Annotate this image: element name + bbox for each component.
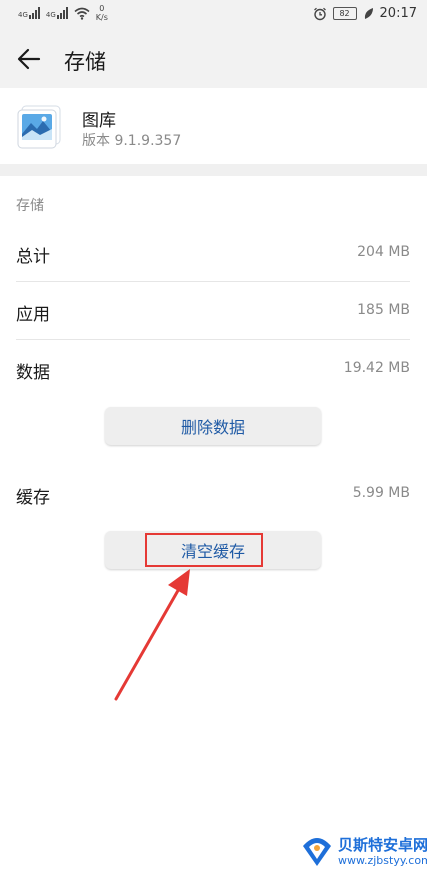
- signal-1: 4G: [18, 7, 40, 19]
- storage-row-total: 总计 204 MB: [16, 225, 410, 281]
- clear-cache-button[interactable]: 清空缓存: [105, 531, 321, 569]
- status-time: 20:17: [379, 6, 417, 21]
- back-arrow-icon[interactable]: [16, 46, 42, 72]
- row-value: 19.42 MB: [343, 360, 410, 376]
- app-name: 图库: [82, 111, 116, 131]
- battery-icon: 82: [332, 7, 357, 20]
- app-version: 版本 9.1.9.357: [82, 133, 182, 149]
- signal-bars-icon: [28, 7, 40, 19]
- storage-section-label: 存储: [16, 198, 44, 214]
- row-label: 应用: [16, 305, 50, 325]
- alarm-icon: [313, 7, 326, 20]
- storage-row-app: 应用 185 MB: [16, 283, 410, 339]
- storage-row-data: 数据 19.42 MB: [16, 341, 410, 397]
- row-label: 缓存: [16, 488, 50, 508]
- watermark-logo-icon: [303, 838, 331, 866]
- leaf-icon: [364, 8, 373, 19]
- network-type-1: 4G: [18, 11, 28, 19]
- row-value: 5.99 MB: [352, 485, 410, 501]
- delete-data-button[interactable]: 删除数据: [105, 407, 321, 445]
- status-right: 82 20:17: [313, 6, 417, 21]
- annotation-arrow-icon: [114, 569, 190, 701]
- battery-level: 82: [339, 9, 350, 18]
- divider: [16, 339, 410, 340]
- network-type-2: 4G: [45, 11, 56, 19]
- status-left: 4G 4G 0 K/s: [18, 4, 108, 22]
- storage-row-cache: 缓存 5.99 MB: [16, 466, 410, 522]
- watermark-text: 贝斯特安卓网 www.zjbstyy.com: [338, 836, 427, 867]
- watermark: 贝斯特安卓网 www.zjbstyy.com: [300, 834, 427, 868]
- watermark-url: www.zjbstyy.com: [338, 853, 427, 867]
- page-title: 存储: [64, 50, 106, 74]
- signal-bars-icon: [56, 7, 68, 19]
- app-info: 图库 版本 9.1.9.357: [0, 88, 427, 164]
- wifi-icon: [74, 7, 90, 20]
- speed-unit: K/s: [95, 13, 108, 22]
- row-value: 204 MB: [357, 244, 410, 260]
- watermark-title: 贝斯特安卓网: [338, 835, 427, 854]
- app-bar: 存储: [0, 30, 427, 88]
- row-label: 总计: [16, 247, 50, 267]
- signal-2: 4G: [46, 7, 68, 19]
- status-bar: 4G 4G 0 K/s 82 20:17: [0, 0, 427, 30]
- speed-value: 0: [99, 4, 105, 13]
- network-speed: 0 K/s: [96, 4, 108, 22]
- row-label: 数据: [16, 363, 50, 383]
- gallery-app-icon: [17, 105, 61, 149]
- divider: [16, 281, 410, 282]
- section-separator: [0, 164, 427, 176]
- row-value: 185 MB: [357, 302, 410, 318]
